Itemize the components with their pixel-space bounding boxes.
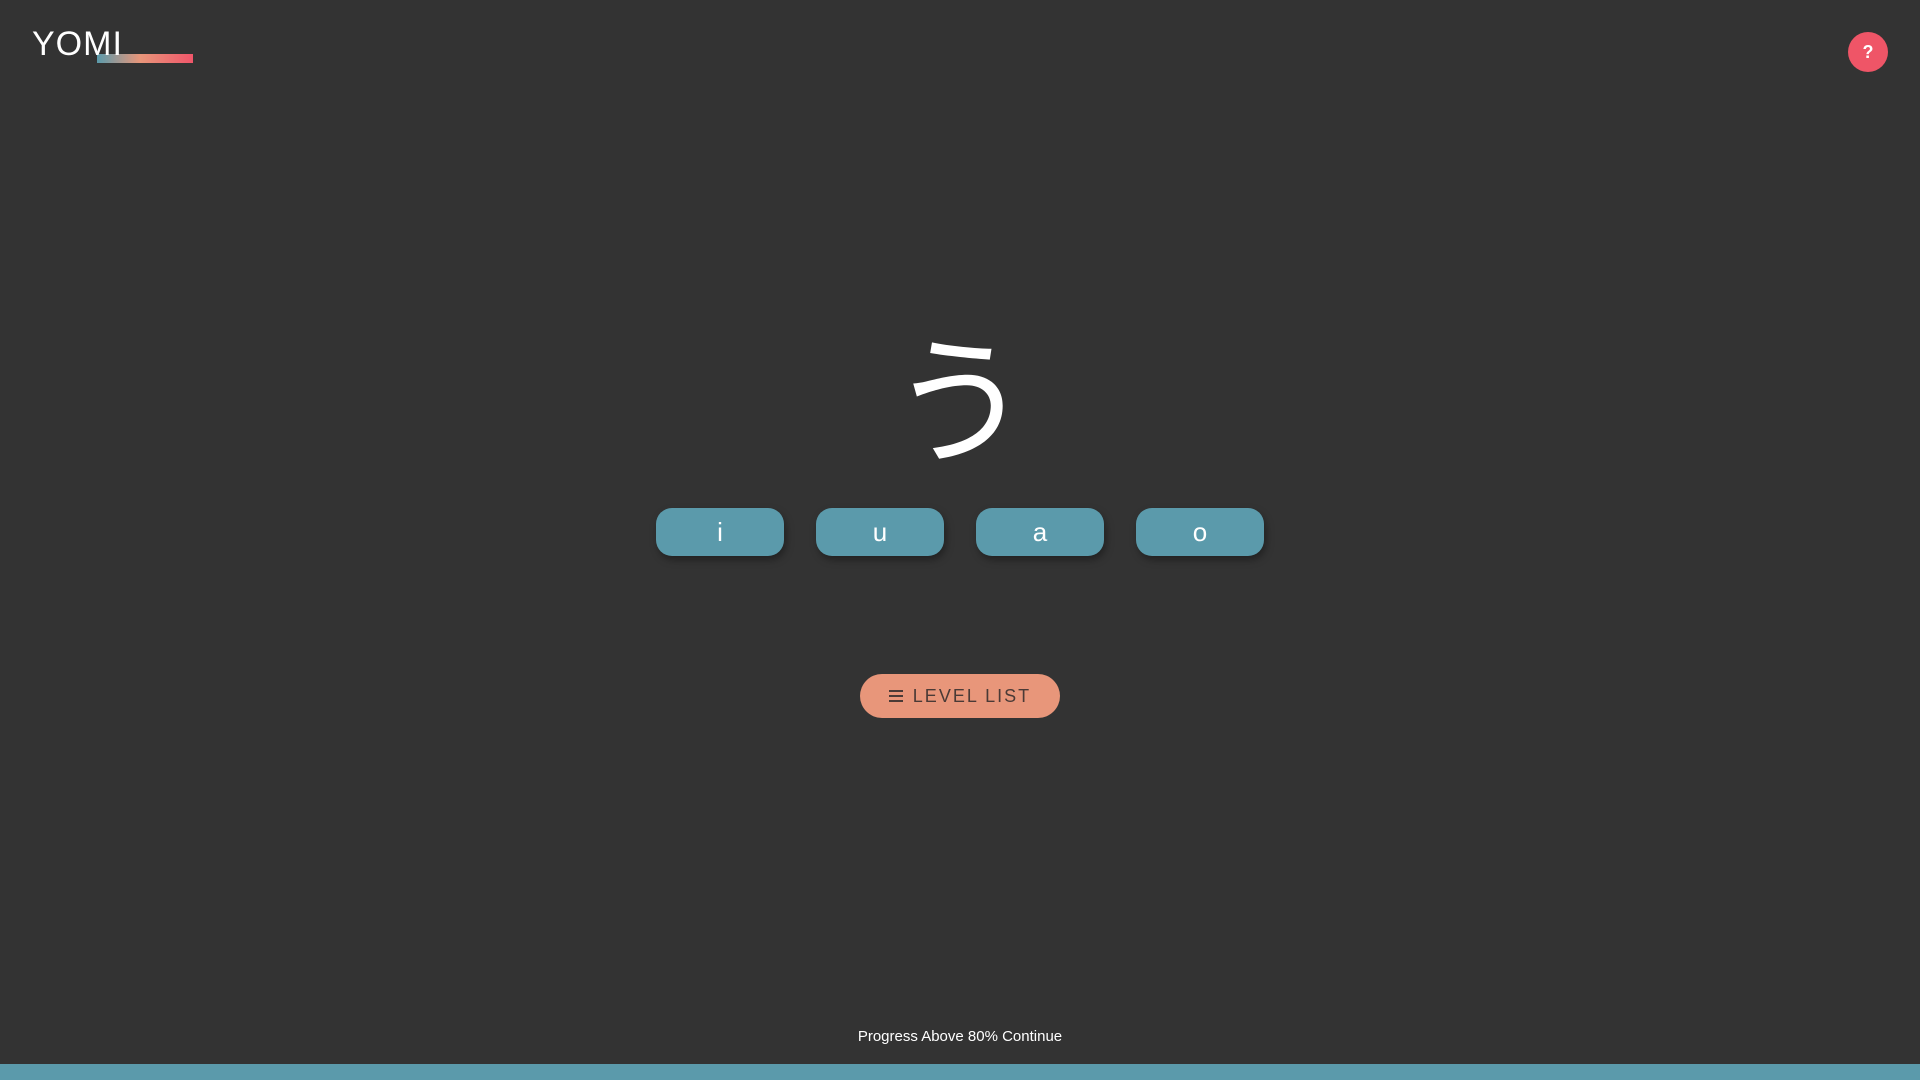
option-button-2[interactable]: u: [816, 508, 944, 556]
app-screen: YOMI ? う i u a o LEVEL LIST Progress Abo…: [0, 0, 1920, 1080]
menu-icon: [888, 690, 903, 702]
progress-fill: [0, 1064, 1920, 1080]
logo-text: YOMI: [32, 25, 123, 63]
option-button-4[interactable]: o: [1136, 508, 1264, 556]
option-button-1[interactable]: i: [656, 508, 784, 556]
help-button[interactable]: ?: [1848, 32, 1888, 72]
level-list-button[interactable]: LEVEL LIST: [860, 674, 1060, 718]
level-list-label: LEVEL LIST: [912, 685, 1032, 706]
progress-bar: [0, 1064, 1920, 1080]
kana-character: う: [889, 323, 1030, 486]
logo: YOMI: [32, 24, 202, 68]
option-button-3[interactable]: a: [976, 508, 1104, 556]
answer-options: i u a o: [656, 508, 1264, 556]
progress-status-text: Progress Above 80% Continue: [857, 1028, 1063, 1045]
